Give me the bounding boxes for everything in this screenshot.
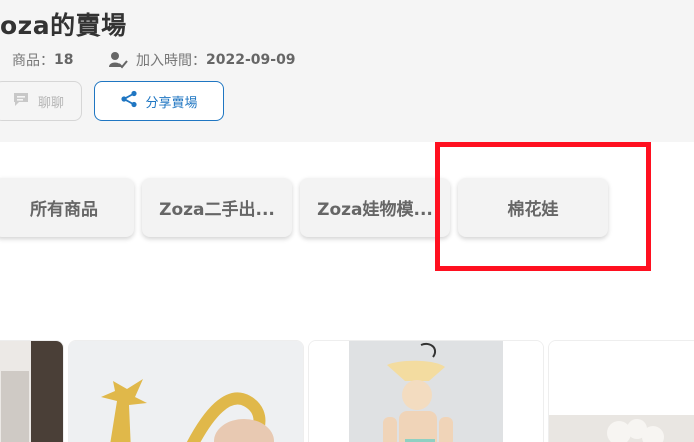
- user-check-icon: [108, 51, 128, 69]
- store-header: oza的賣場 商品： 18 加入時間： 2022-09-09 聊聊 分享賣場: [0, 0, 694, 142]
- chat-button-label: 聊聊: [37, 95, 64, 111]
- highlight-annotation-box: [435, 142, 651, 271]
- product-image: [0, 341, 63, 442]
- product-card[interactable]: [0, 340, 64, 442]
- product-card[interactable]: [308, 340, 544, 442]
- tab-all-products[interactable]: 所有商品: [0, 178, 134, 237]
- products-count: 18: [54, 52, 74, 68]
- product-card[interactable]: [68, 340, 304, 442]
- chat-button[interactable]: 聊聊: [0, 81, 82, 121]
- share-icon: [120, 90, 138, 112]
- product-card[interactable]: [548, 340, 694, 442]
- product-image: [69, 341, 303, 442]
- products-label: 商品：: [12, 53, 54, 69]
- joined-label: 加入時間：: [136, 53, 206, 69]
- tab-zoza-doll-items[interactable]: Zoza娃物模...: [300, 178, 450, 237]
- share-store-button[interactable]: 分享賣場: [94, 81, 224, 121]
- chat-bubble-icon: [12, 90, 30, 112]
- store-page: oza的賣場 商品： 18 加入時間： 2022-09-09 聊聊 分享賣場 所…: [0, 0, 694, 442]
- joined-date-meta: 加入時間： 2022-09-09: [108, 50, 296, 70]
- products-count-meta: 商品： 18: [0, 50, 73, 70]
- share-button-label: 分享賣場: [145, 95, 198, 111]
- store-title: oza的賣場: [0, 11, 127, 40]
- tab-zoza-secondhand[interactable]: Zoza二手出...: [142, 178, 292, 237]
- joined-date: 2022-09-09: [206, 52, 296, 68]
- shop-icon: [0, 52, 4, 68]
- product-image: [549, 341, 694, 442]
- product-image: [309, 341, 543, 442]
